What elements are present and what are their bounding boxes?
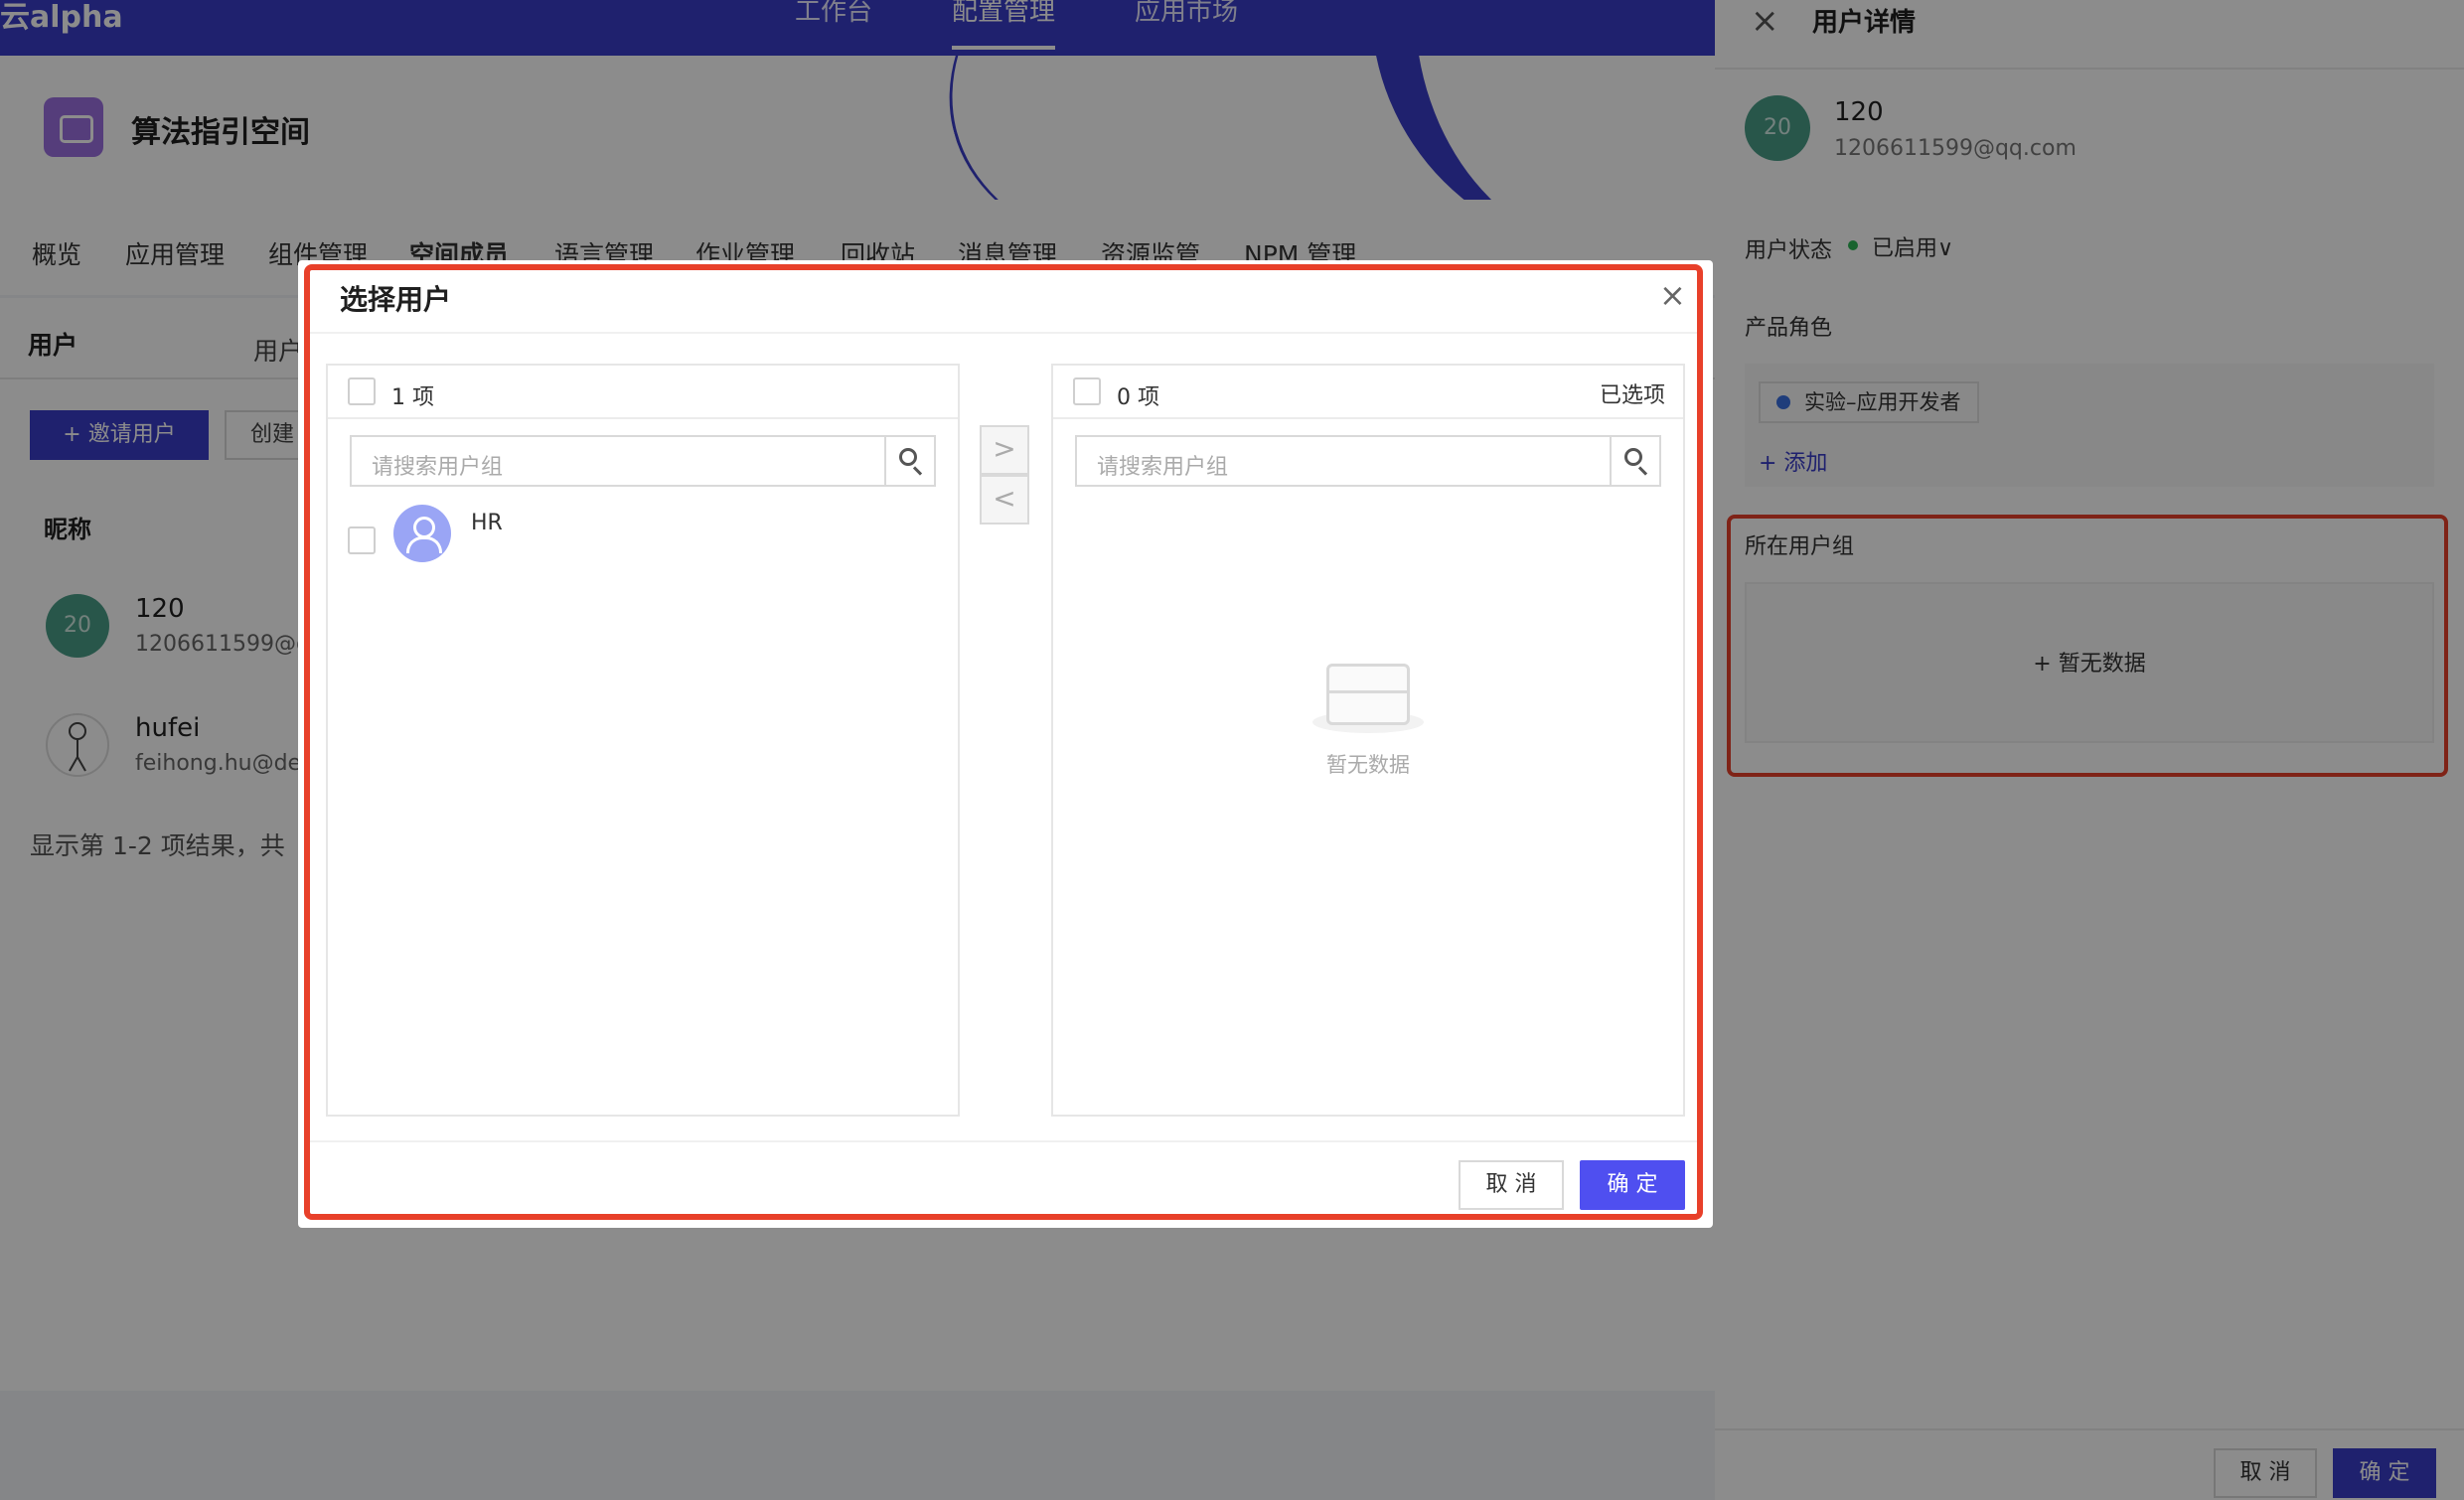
divider	[308, 1140, 1703, 1142]
empty-text: 暂无数据	[1326, 753, 1410, 777]
group-avatar-icon	[393, 505, 451, 562]
target-list-panel: 0 项 已选项 请搜索用户组 暂无数据	[1051, 364, 1685, 1117]
select-all-checkbox[interactable]	[1073, 377, 1101, 405]
selected-label: 已选项	[1599, 383, 1665, 408]
source-list-header: 1 项	[328, 366, 958, 419]
source-search-input[interactable]: 请搜索用户组	[350, 435, 936, 487]
select-all-checkbox[interactable]	[348, 377, 376, 405]
divider	[308, 332, 1703, 334]
search-button[interactable]	[884, 437, 934, 485]
item-name: HR	[471, 511, 503, 535]
list-item[interactable]: HR	[328, 505, 958, 574]
move-right-button[interactable]: >	[980, 425, 1029, 475]
empty-state: 暂无数据	[1053, 664, 1683, 779]
target-count: 0 项	[1117, 385, 1159, 410]
search-icon	[899, 448, 917, 466]
item-checkbox[interactable]	[348, 526, 376, 554]
search-placeholder: 请搜索用户组	[372, 455, 504, 480]
modal-cancel-button[interactable]: 取 消	[1459, 1160, 1564, 1210]
search-placeholder: 请搜索用户组	[1097, 455, 1229, 480]
search-button[interactable]	[1610, 437, 1659, 485]
target-list-header: 0 项 已选项	[1053, 366, 1683, 419]
empty-inbox-icon	[1312, 664, 1424, 733]
search-icon	[1624, 448, 1642, 466]
source-list-panel: 1 项 请搜索用户组 HR	[326, 364, 960, 1117]
target-search-input[interactable]: 请搜索用户组	[1075, 435, 1661, 487]
close-icon[interactable]: ×	[1659, 276, 1686, 314]
source-count: 1 项	[391, 385, 434, 410]
modal-title: 选择用户	[340, 283, 452, 316]
select-user-modal: 选择用户 × 1 项 请搜索用户组 HR > < 0 项 已选项 请搜索用户组	[298, 260, 1713, 1228]
move-left-button[interactable]: <	[980, 475, 1029, 525]
drawer-overlay	[1715, 0, 2464, 1500]
modal-ok-button[interactable]: 确 定	[1580, 1160, 1685, 1210]
